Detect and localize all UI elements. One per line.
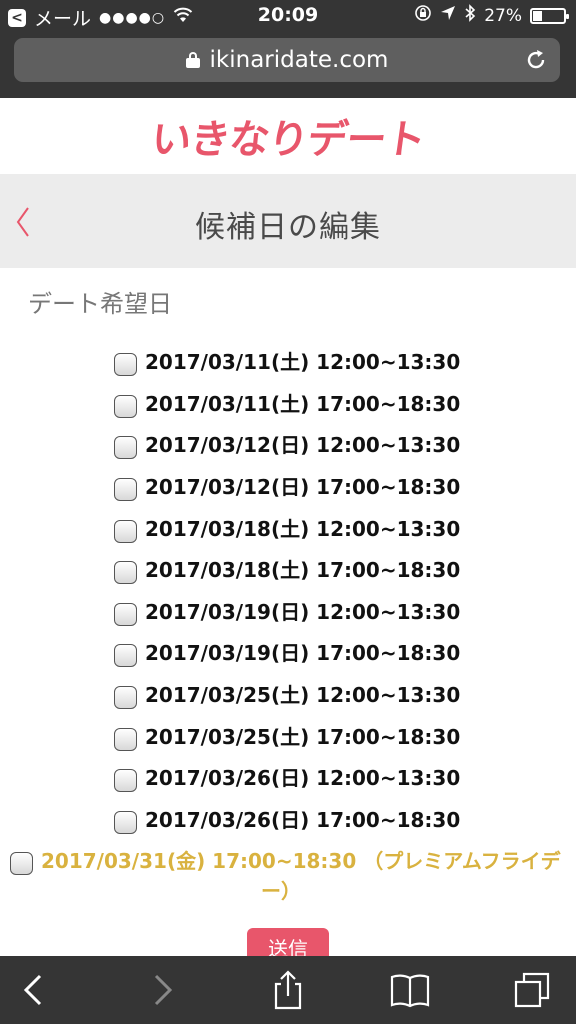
date-option[interactable]: 2017/03/25(土) 12:00~13:30 [0, 673, 576, 715]
share-icon[interactable] [268, 970, 308, 1010]
date-checkbox[interactable] [114, 353, 137, 377]
date-checkbox[interactable] [114, 769, 137, 793]
date-label: 2017/03/12(日) 12:00~13:30 [145, 433, 461, 458]
date-label: 2017/03/11(土) 17:00~18:30 [145, 391, 461, 416]
date-checkbox[interactable] [114, 686, 137, 710]
date-label: 2017/03/18(土) 12:00~13:30 [145, 516, 461, 541]
browser-chrome: < メール ●●●●○ 20:09 27% ikinaridate.com [0, 0, 576, 98]
address-content: ikinaridate.com [14, 38, 560, 82]
date-label: 2017/03/25(土) 17:00~18:30 [145, 724, 461, 749]
battery-fill [533, 10, 542, 21]
date-label: 2017/03/26(日) 12:00~13:30 [145, 766, 461, 791]
date-label: 2017/03/19(日) 17:00~18:30 [145, 641, 461, 666]
orientation-lock-icon [414, 4, 432, 27]
date-option[interactable]: 2017/03/18(土) 12:00~13:30 [0, 506, 576, 548]
date-option[interactable]: 2017/03/12(日) 17:00~18:30 [0, 465, 576, 507]
forward-icon[interactable] [142, 970, 182, 1010]
date-checkbox[interactable] [114, 436, 137, 460]
bookmarks-icon[interactable] [390, 970, 430, 1010]
site-logo-area: いきなりデート [0, 98, 576, 174]
status-right: 27% [414, 4, 569, 27]
special-date-line2: ー） [261, 879, 301, 903]
date-list: 2017/03/11(土) 12:00~13:30 2017/03/11(土) … [0, 340, 576, 839]
battery-icon [530, 7, 569, 24]
page-header: 候補日の編集 [0, 174, 576, 268]
location-icon [440, 5, 456, 26]
date-option[interactable]: 2017/03/11(土) 17:00~18:30 [0, 382, 576, 424]
date-label: 2017/03/18(土) 17:00~18:30 [145, 558, 461, 583]
date-checkbox[interactable] [114, 394, 137, 418]
date-checkbox[interactable] [114, 602, 137, 626]
date-label: 2017/03/12(日) 17:00~18:30 [145, 475, 461, 500]
date-checkbox[interactable] [114, 644, 137, 668]
date-label: 2017/03/25(土) 12:00~13:30 [145, 683, 461, 708]
date-label: 2017/03/19(日) 12:00~13:30 [145, 599, 461, 624]
special-date-checkbox[interactable] [10, 852, 33, 875]
tabs-icon[interactable] [512, 970, 552, 1010]
date-option[interactable]: 2017/03/19(日) 12:00~13:30 [0, 590, 576, 632]
address-bar[interactable]: ikinaridate.com [14, 38, 560, 82]
date-option[interactable]: 2017/03/26(日) 12:00~13:30 [0, 756, 576, 798]
status-bar: < メール ●●●●○ 20:09 27% [0, 0, 576, 32]
date-option[interactable]: 2017/03/25(土) 17:00~18:30 [0, 714, 576, 756]
date-option[interactable]: 2017/03/19(日) 17:00~18:30 [0, 631, 576, 673]
back-icon[interactable] [14, 970, 54, 1010]
date-option[interactable]: 2017/03/11(土) 12:00~13:30 [0, 340, 576, 382]
date-checkbox[interactable] [114, 810, 137, 834]
page-title: 候補日の編集 [195, 210, 381, 245]
date-option[interactable]: 2017/03/18(土) 17:00~18:30 [0, 548, 576, 590]
date-option[interactable]: 2017/03/12(日) 12:00~13:30 [0, 423, 576, 465]
site-logo[interactable]: いきなりデート [147, 107, 428, 165]
date-checkbox[interactable] [114, 519, 137, 543]
battery-percent: 27% [484, 5, 522, 26]
date-label: 2017/03/11(土) 12:00~13:30 [145, 350, 461, 375]
date-checkbox[interactable] [114, 478, 137, 502]
special-date-line1: 2017/03/31(金) 17:00~18:30 （プレミアムフライデ [41, 849, 561, 873]
lock-icon [185, 52, 200, 68]
date-label: 2017/03/26(日) 17:00~18:30 [145, 807, 461, 832]
browser-toolbar [0, 956, 576, 1024]
bluetooth-icon [464, 4, 476, 27]
reload-icon[interactable] [524, 48, 548, 72]
date-checkbox[interactable] [114, 561, 137, 585]
date-checkbox[interactable] [114, 727, 137, 751]
date-option[interactable]: 2017/03/26(日) 17:00~18:30 [0, 798, 576, 840]
special-date-option[interactable]: 2017/03/31(金) 17:00~18:30 （プレミアムフライデ ー） [10, 846, 566, 906]
url-text[interactable]: ikinaridate.com [210, 47, 389, 73]
special-date-label: 2017/03/31(金) 17:00~18:30 （プレミアムフライデ ー） [41, 846, 561, 906]
section-label: デート希望日 [28, 290, 172, 318]
